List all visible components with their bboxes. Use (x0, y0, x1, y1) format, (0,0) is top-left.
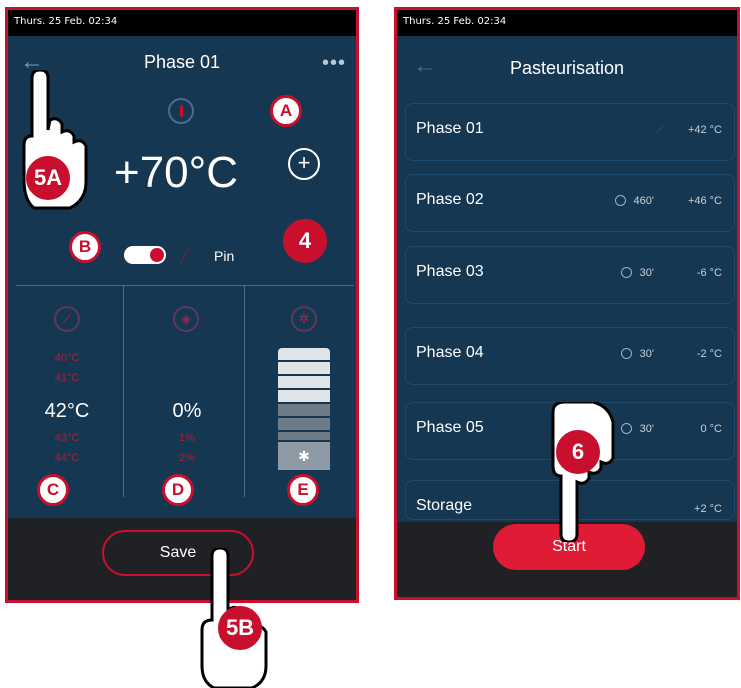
fan-level-bar[interactable] (278, 432, 330, 440)
pin-label: Pin (214, 248, 235, 264)
fan-level-bar[interactable] (278, 362, 330, 374)
callout-a: A (270, 95, 302, 127)
status-datetime: Thurs. 25 Feb. 02:34 (14, 16, 118, 27)
fan-level-bar[interactable] (278, 390, 330, 402)
temp-option[interactable]: 40°C (12, 352, 122, 364)
phase-name: Phase 01 (416, 120, 484, 137)
more-options-icon[interactable]: ••• (322, 52, 346, 75)
status-bar: Thurs. 25 Feb. 02:34 (8, 10, 356, 36)
core-probe-icon: ⟋ (54, 306, 80, 332)
phase-row[interactable]: Phase 02 460' +46 °C (405, 174, 735, 232)
phase-row[interactable]: Phase 01 ⟋ +42 °C (405, 103, 735, 161)
fan-level-bar[interactable] (278, 376, 330, 388)
temp-option[interactable]: 44°C (12, 452, 122, 464)
pin-toggle[interactable] (124, 246, 166, 264)
callout-d: D (162, 474, 194, 506)
callout-b: B (69, 231, 101, 263)
status-bar: Thurs. 25 Feb. 02:34 (397, 10, 737, 36)
phase-name: Phase 04 (416, 344, 484, 361)
phase-temp: +46 °C (687, 195, 722, 207)
phase-time: 30' (620, 348, 654, 360)
phase-name: Phase 03 (416, 263, 484, 280)
phase-temp: 0 °C (700, 423, 722, 435)
phase-duration: 460' (633, 195, 654, 207)
divider (16, 285, 354, 286)
clock-icon (614, 195, 626, 206)
phase-time: 30' (620, 423, 654, 435)
clock-icon (620, 348, 632, 359)
fan-icon: ✲ (291, 306, 317, 332)
increase-temperature-button[interactable]: + (288, 148, 320, 180)
callout-c: C (37, 474, 69, 506)
phase-duration: 30' (639, 267, 654, 279)
phase-temp: +2 °C (694, 503, 722, 515)
screen-title: Pasteurisation (509, 58, 625, 78)
clock-icon (620, 267, 632, 278)
set-temperature: +70°C (114, 148, 239, 197)
phase-row[interactable]: Phase 04 30' -2 °C (405, 327, 735, 385)
phase-duration: 30' (639, 348, 654, 360)
thermometer-icon (168, 98, 194, 124)
probe-icon: ⟋ (656, 124, 664, 136)
phase-row[interactable]: Phase 03 30' -6 °C (405, 246, 735, 304)
phase-name: Phase 05 (416, 419, 484, 436)
humidity-value[interactable]: 0% (132, 400, 242, 423)
callout-4: 4 (283, 219, 327, 263)
temp-option[interactable]: 41°C (12, 372, 122, 384)
phase-temp: +42 °C (687, 124, 722, 136)
temp-option[interactable]: 43°C (12, 432, 122, 444)
fan-level-bar[interactable] (278, 404, 330, 416)
phase-duration: 30' (639, 423, 654, 435)
divider (123, 285, 124, 497)
fan-level-bar[interactable] (278, 418, 330, 430)
fan-speed-icon: ✱ (278, 442, 330, 470)
callout-6: 6 (556, 430, 600, 474)
phase-name: Phase 02 (416, 191, 484, 208)
callout-e: E (287, 474, 319, 506)
phase-name: Storage (416, 497, 473, 514)
core-temp-value[interactable]: 42°C (12, 400, 122, 423)
humidity-option[interactable]: 2% (132, 452, 242, 464)
probe-pin-icon: ╱ (180, 248, 189, 264)
phase-temp: -2 °C (696, 348, 722, 360)
humidity-icon: ◈ (173, 306, 199, 332)
fan-level-bar[interactable] (278, 348, 330, 360)
status-datetime: Thurs. 25 Feb. 02:34 (403, 16, 507, 27)
phase-time: 30' (620, 267, 654, 279)
phase-temp: -6 °C (696, 267, 722, 279)
phase-time: 460' (614, 195, 654, 207)
callout-5b: 5B (218, 606, 262, 650)
humidity-option[interactable]: 1% (132, 432, 242, 444)
callout-5a: 5A (26, 156, 70, 200)
divider (244, 285, 245, 497)
